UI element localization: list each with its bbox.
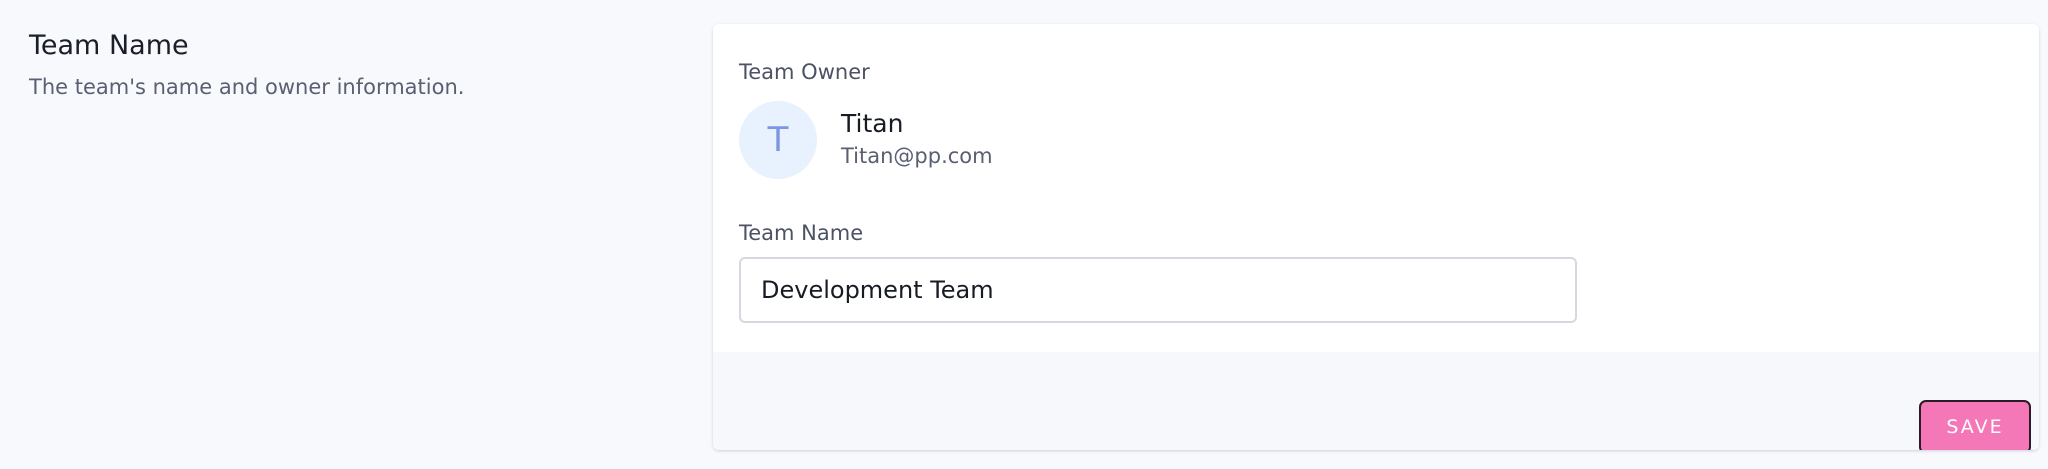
owner-email: Titan@pp.com	[841, 144, 993, 168]
team-name-input[interactable]	[739, 257, 1577, 323]
team-name-label: Team Name	[739, 221, 864, 245]
avatar-initial: T	[767, 120, 789, 160]
team-settings-card: Team Owner T Titan Titan@pp.com Team Nam…	[713, 24, 2039, 450]
owner-name: Titan	[841, 109, 904, 138]
card-footer: SAVE	[713, 352, 2039, 450]
section-description: The team's name and owner information.	[29, 75, 465, 99]
card-body: Team Owner T Titan Titan@pp.com Team Nam…	[713, 24, 2039, 352]
section-title: Team Name	[29, 30, 189, 61]
section-intro: Team Name The team's name and owner info…	[29, 27, 464, 102]
save-button[interactable]: SAVE	[1919, 400, 2031, 450]
team-owner-label: Team Owner	[739, 60, 870, 84]
owner-avatar: T	[739, 101, 817, 179]
